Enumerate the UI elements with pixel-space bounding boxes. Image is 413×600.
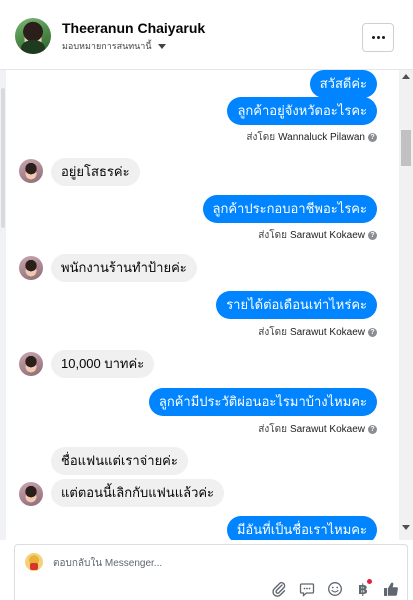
question-icon[interactable]: ?: [368, 425, 377, 434]
avatar: [19, 256, 43, 280]
incoming-message[interactable]: พนักงานร้านทำป้ายค่ะ: [51, 254, 197, 282]
outgoing-message[interactable]: ลูกค้ามีประวัติผ่อนอะไรมาบ้างไหมคะ: [148, 388, 377, 416]
agent-name: Sarawut Kokaew: [289, 230, 365, 241]
composer-toolbar: ฿: [271, 579, 399, 597]
sent-by-prefix: ส่งโดย: [258, 424, 287, 435]
emoji-icon: [328, 582, 342, 596]
scroll-down-arrow-icon[interactable]: [402, 525, 410, 530]
like-button[interactable]: [383, 581, 399, 597]
outgoing-message[interactable]: มีอันที่เป็นชื่อเราไหมคะ: [226, 516, 377, 540]
saved-replies-icon: [299, 583, 315, 597]
left-scroll-thumb[interactable]: [1, 88, 5, 228]
more-options-button[interactable]: [362, 23, 394, 52]
outgoing-message[interactable]: สวัสดีค่ะ: [309, 70, 377, 98]
more-dot: [376, 36, 380, 39]
sent-by-label: ส่งโดย Sarawut Kokaew ?: [258, 228, 377, 243]
sent-by-label: ส่งโดย Wannaluck Pilawan ?: [246, 130, 377, 145]
outgoing-message[interactable]: รายได้ต่อเดือนเท่าไหร่คะ: [216, 291, 377, 319]
paperclip-icon: [272, 582, 286, 597]
incoming-message[interactable]: ชื่อแฟนแต่เราจ่ายค่ะ: [51, 447, 188, 475]
sent-by-label: ส่งโดย Sarawut Kokaew ?: [258, 325, 377, 340]
sent-by-prefix: ส่งโดย: [246, 132, 276, 143]
agent-name: Sarawut Kokaew: [289, 327, 365, 338]
agent-name: Sarawut Kokaew: [289, 424, 365, 435]
page-avatar: [25, 553, 43, 571]
question-icon[interactable]: ?: [368, 133, 377, 142]
incoming-message[interactable]: 10,000 บาทค่ะ: [51, 350, 155, 378]
outgoing-message[interactable]: ลูกค้าอยู่จังหวัดอะไรคะ: [227, 97, 377, 125]
scroll-up-arrow-icon[interactable]: [402, 74, 410, 79]
thumbs-up-icon: [384, 582, 398, 596]
baht-icon: ฿: [358, 579, 372, 597]
outgoing-message[interactable]: ลูกค้าประกอบอาชีพอะไรคะ: [202, 195, 377, 223]
reply-input[interactable]: [53, 555, 383, 571]
question-icon[interactable]: ?: [368, 231, 377, 240]
baht-symbol: ฿: [358, 581, 368, 597]
reply-composer: ฿: [14, 544, 408, 600]
agent-name: Wannaluck Pilawan: [278, 132, 365, 143]
conversation-scrollbar[interactable]: [399, 70, 413, 540]
chevron-down-icon: [157, 43, 166, 49]
sent-by-prefix: ส่งโดย: [258, 230, 287, 241]
message-thread[interactable]: สวัสดีค่ะ ลูกค้าอยู่จังหวัดอะไรคะ ส่งโดย…: [0, 70, 413, 540]
contact-name[interactable]: Theeranun Chaiyaruk: [62, 20, 205, 36]
conversation-header: Theeranun Chaiyaruk มอบหมายการสนทนานี้: [0, 0, 413, 70]
sent-by-label: ส่งโดย Sarawut Kokaew ?: [258, 422, 377, 437]
more-horizontal-icon: [371, 36, 375, 39]
saved-replies-button[interactable]: [299, 581, 315, 597]
attach-button[interactable]: [271, 581, 287, 597]
payment-button[interactable]: ฿: [355, 579, 372, 597]
avatar: [19, 159, 43, 183]
avatar: [19, 482, 43, 506]
scroll-thumb[interactable]: [401, 130, 411, 166]
question-icon[interactable]: ?: [368, 328, 377, 337]
sent-by-prefix: ส่งโดย: [258, 327, 287, 338]
left-scrollbar[interactable]: [0, 70, 6, 540]
assign-label: มอบหมายการสนทนานี้: [62, 41, 152, 51]
avatar: [19, 352, 43, 376]
notification-dot: [366, 579, 372, 584]
incoming-message[interactable]: แต่ตอนนี้เลิกกับแฟนแล้วค่ะ: [51, 479, 225, 507]
emoji-button[interactable]: [327, 581, 343, 597]
more-dot: [381, 36, 385, 39]
avatar[interactable]: [15, 18, 51, 54]
assign-conversation-dropdown[interactable]: มอบหมายการสนทนานี้: [62, 39, 166, 53]
incoming-message[interactable]: อยู่ยโสธรค่ะ: [51, 158, 140, 186]
